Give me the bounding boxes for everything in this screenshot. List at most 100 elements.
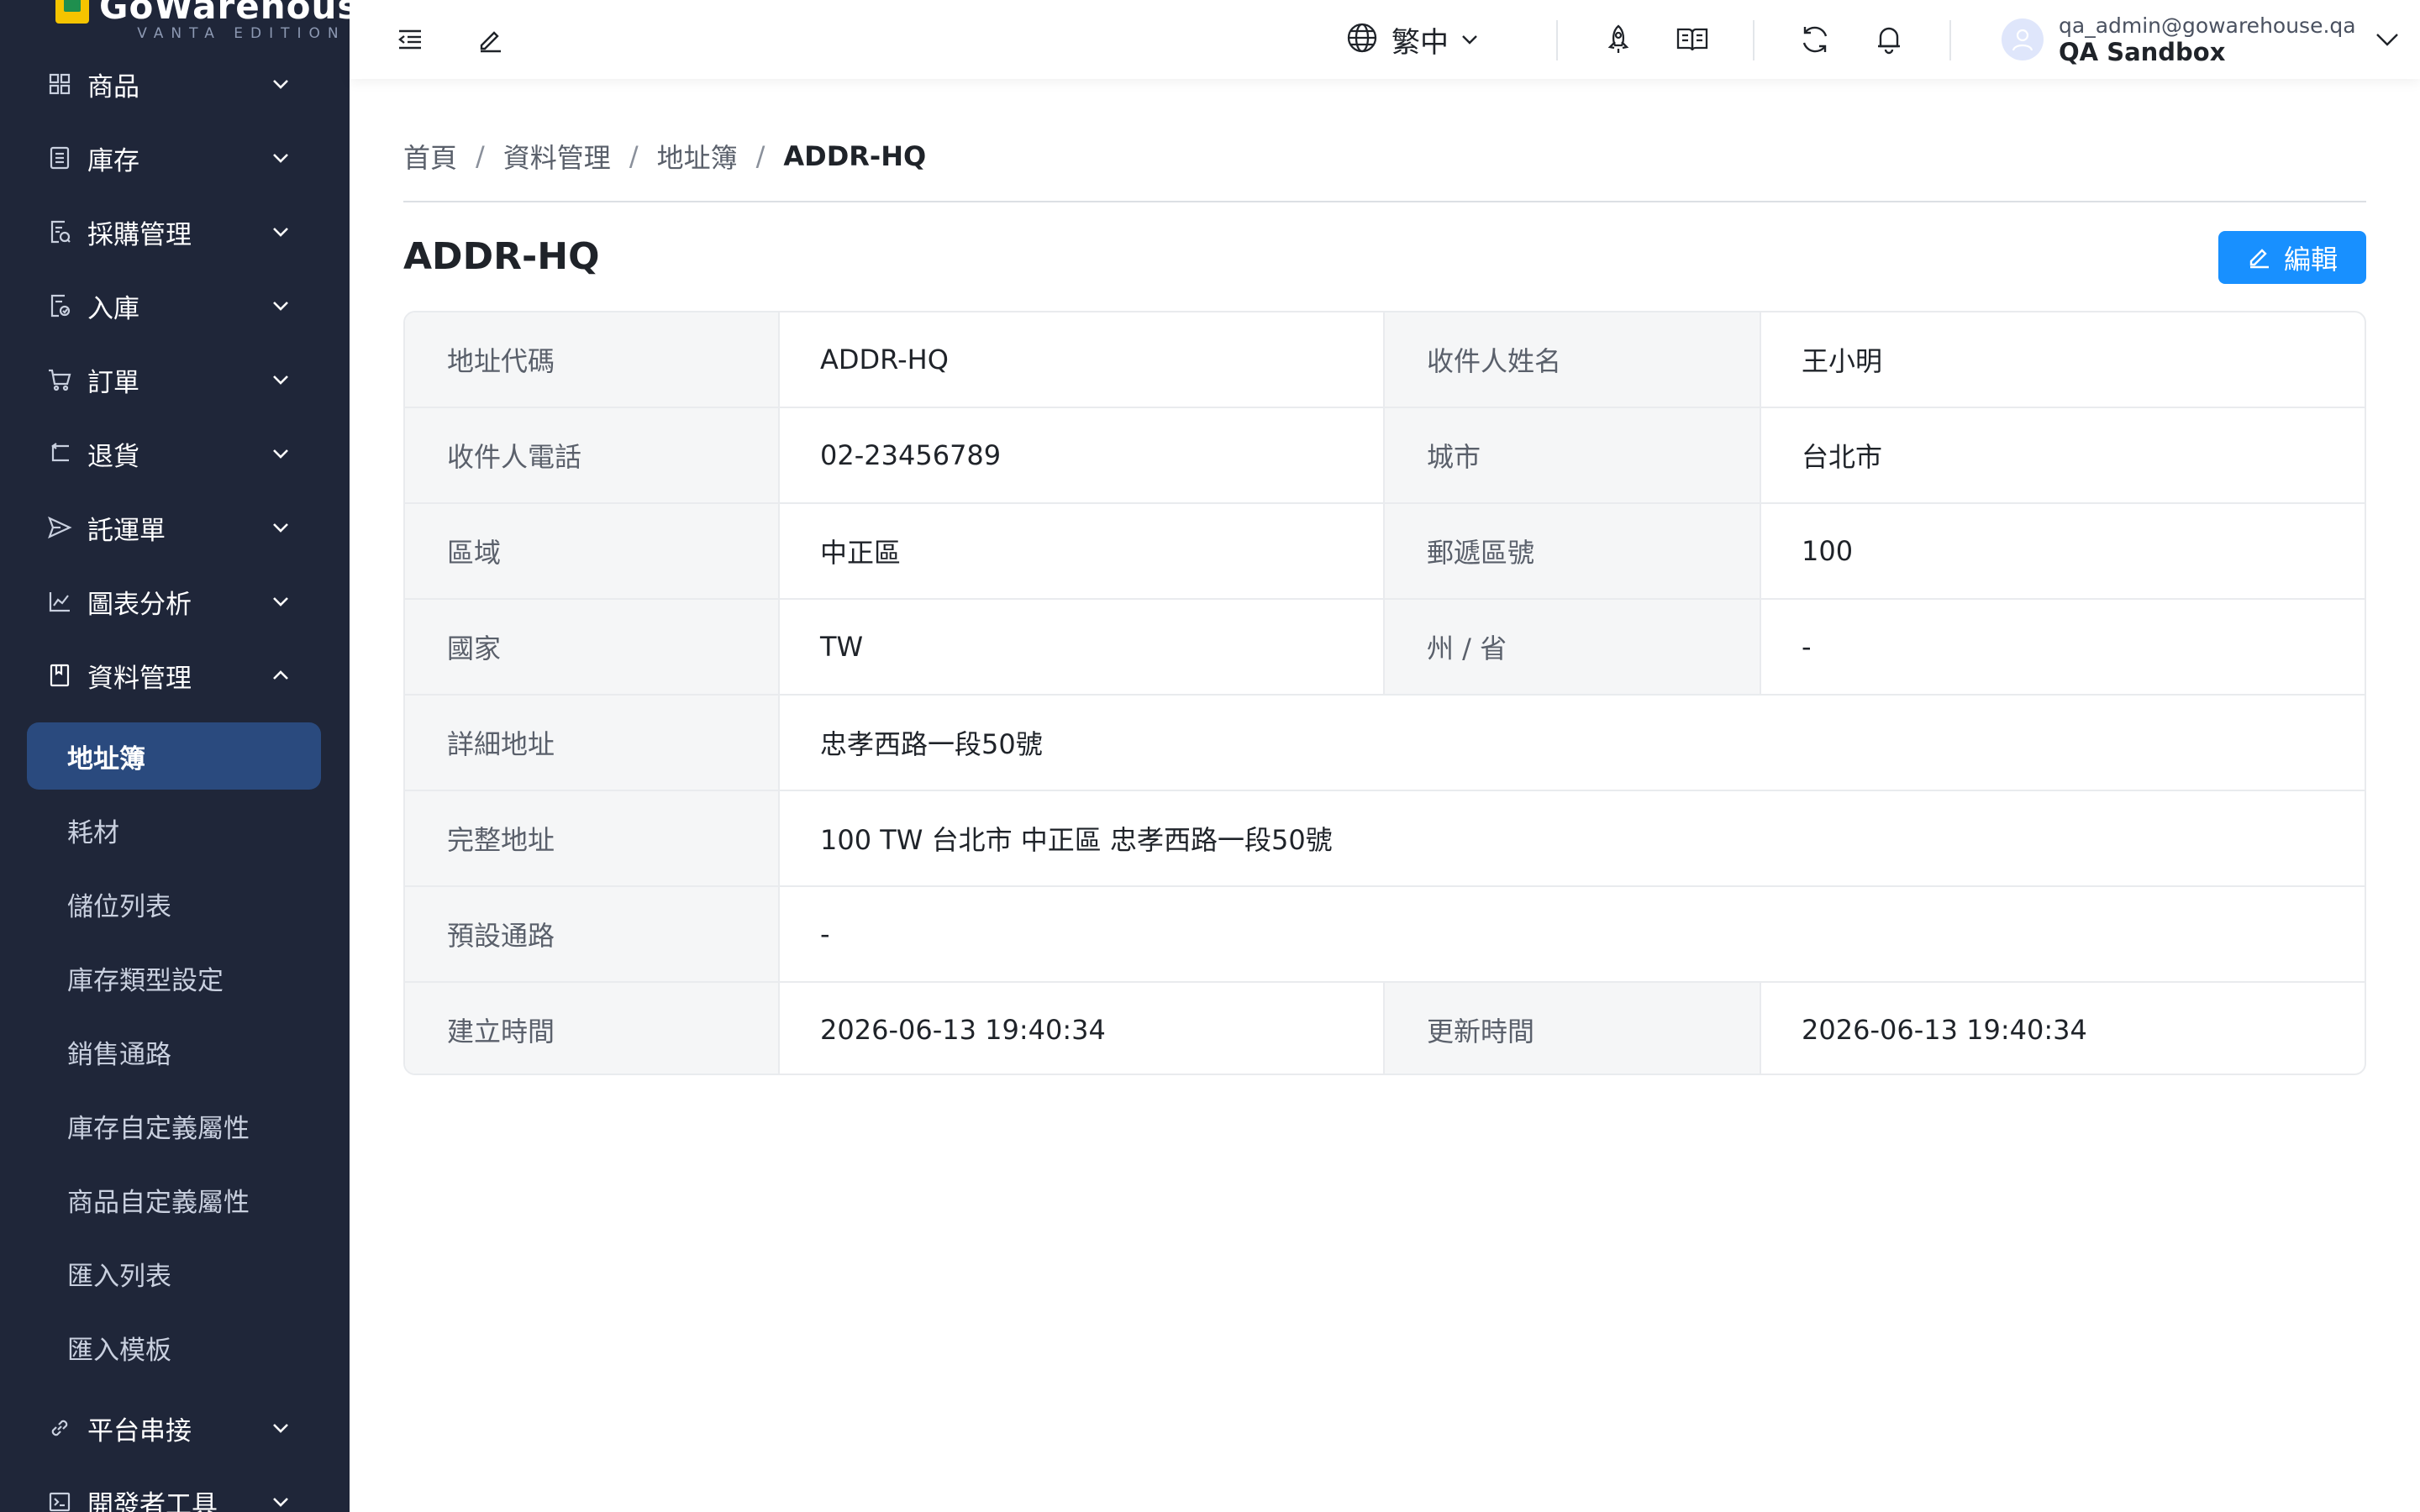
sidebar-item-integrations[interactable]: 平台串接: [0, 1398, 350, 1458]
sidebar-item-orders[interactable]: 訂單: [0, 349, 350, 410]
breadcrumb-address-book[interactable]: 地址簿: [657, 137, 738, 176]
details-row: 詳細地址 忠孝西路一段50號: [405, 696, 2365, 791]
postal-code-value: 100: [1802, 535, 1854, 567]
chevron-down-icon: [269, 220, 292, 244]
purchase-icon: [47, 219, 72, 244]
sidebar-item-label: 退貨: [87, 441, 139, 472]
sidebar-subitem-label: 庫存自定義屬性: [67, 1113, 250, 1144]
breadcrumb-separator: /: [476, 140, 485, 172]
sidebar-subitem-label: 地址簿: [67, 743, 145, 774]
district-value: 中正區: [820, 537, 902, 569]
chevron-down-icon: [269, 294, 292, 318]
sidebar-item-label: 商品: [87, 71, 139, 102]
sidebar-subitem-label: 匯入列表: [67, 1261, 171, 1292]
edit-button[interactable]: 編輯: [2218, 231, 2366, 284]
sidebar-item-label: 入庫: [87, 293, 139, 324]
chevron-down-icon: [269, 1416, 292, 1440]
cart-icon: [47, 367, 72, 392]
edit-pen-icon[interactable]: [472, 21, 509, 58]
line-chart-icon: [47, 589, 72, 614]
bell-icon[interactable]: [1870, 21, 1907, 58]
sidebar-item-label: 圖表分析: [87, 589, 192, 620]
brand-name: GoWarehouse: [99, 0, 350, 27]
guide-book-icon[interactable]: [1674, 21, 1711, 58]
sidebar-item-shipments[interactable]: 託運單: [0, 497, 350, 558]
inventory-icon: [47, 145, 72, 171]
language-selector[interactable]: 繁中: [1346, 18, 1479, 60]
field-label: 詳細地址: [447, 728, 555, 760]
sidebar-subitem-inventory-types[interactable]: 庫存類型設定: [27, 944, 321, 1011]
sidebar-subitem-label: 儲位列表: [67, 891, 171, 922]
sidebar-item-label: 託運單: [87, 515, 166, 546]
breadcrumb-home[interactable]: 首頁: [403, 137, 457, 176]
breadcrumb-separator: /: [755, 140, 765, 172]
field-label: 更新時間: [1427, 1016, 1535, 1047]
user-organization: QA Sandbox: [2059, 38, 2226, 66]
chevron-down-icon: [269, 516, 292, 539]
sidebar-item-inbound[interactable]: 入庫: [0, 276, 350, 336]
sidebar-item-analytics[interactable]: 圖表分析: [0, 571, 350, 632]
sidebar-subitem-materials[interactable]: 耗材: [27, 796, 321, 864]
sidebar-subitem-inventory-attributes[interactable]: 庫存自定義屬性: [27, 1092, 321, 1159]
sidebar-subitem-label: 耗材: [67, 817, 119, 848]
return-icon: [47, 441, 72, 466]
details-row: 收件人電話 02-23456789 城市 台北市: [405, 408, 2365, 504]
sidebar-item-label: 庫存: [87, 145, 139, 176]
logo-mark-icon: [55, 0, 89, 24]
book-icon: [47, 663, 72, 688]
recipient-name-value: 王小明: [1802, 345, 1883, 377]
sidebar-item-data-management[interactable]: 資料管理: [0, 645, 350, 706]
chevron-down-icon: [269, 368, 292, 391]
details-row: 國家 TW 州 / 省 -: [405, 600, 2365, 696]
sidebar-subitem-import-templates[interactable]: 匯入模板: [27, 1314, 321, 1381]
sidebar-subitem-locations[interactable]: 儲位列表: [27, 870, 321, 937]
chevron-down-icon: [269, 442, 292, 465]
sidebar-item-products[interactable]: 商品: [0, 54, 350, 114]
field-label: 預設通路: [447, 920, 555, 952]
field-label: 州 / 省: [1427, 633, 1507, 664]
inbound-icon: [47, 293, 72, 318]
rocket-icon[interactable]: [1600, 21, 1637, 58]
sidebar: GoWarehouse VANTA EDITION 商品 庫存 採購管理: [0, 0, 350, 1512]
sidebar-subitem-label: 庫存類型設定: [67, 965, 224, 996]
breadcrumb-data-management[interactable]: 資料管理: [503, 137, 611, 176]
created-at-value: 2026-06-13 19:40:34: [820, 1014, 1106, 1046]
edit-icon: [2247, 244, 2272, 272]
field-label: 國家: [447, 633, 502, 664]
globe-icon: [1346, 22, 1378, 57]
sidebar-subitem-label: 銷售通路: [67, 1039, 171, 1070]
edit-button-label: 編輯: [2283, 243, 2338, 276]
field-label: 收件人電話: [447, 441, 582, 473]
field-label: 建立時間: [447, 1016, 555, 1047]
menu-collapse-icon[interactable]: [392, 21, 429, 58]
sidebar-item-returns[interactable]: 退貨: [0, 423, 350, 484]
sidebar-item-label: 平台串接: [87, 1415, 192, 1446]
sidebar-subitem-product-attributes[interactable]: 商品自定義屬性: [27, 1166, 321, 1233]
sidebar-item-purchase[interactable]: 採購管理: [0, 202, 350, 262]
brand-logo[interactable]: GoWarehouse VANTA EDITION: [55, 0, 350, 42]
breadcrumb-divider: [403, 201, 2366, 202]
city-value: 台北市: [1802, 441, 1883, 473]
details-row: 地址代碼 ADDR-HQ 收件人姓名 王小明: [405, 312, 2365, 408]
sidebar-item-label: 採購管理: [87, 219, 192, 250]
field-label: 城市: [1427, 441, 1481, 473]
refresh-icon[interactable]: [1797, 21, 1833, 58]
sidebar-item-inventory[interactable]: 庫存: [0, 128, 350, 188]
updated-at-value: 2026-06-13 19:40:34: [1802, 1014, 2087, 1046]
sidebar-subitem-label: 商品自定義屬性: [67, 1187, 250, 1218]
sidebar-item-developer-tools[interactable]: 開發者工具: [0, 1472, 350, 1512]
country-value: TW: [820, 631, 864, 663]
terminal-icon: [47, 1489, 72, 1512]
chevron-down-icon: [269, 1490, 292, 1512]
default-channel-value: -: [820, 918, 830, 950]
sidebar-subitem-sales-channels[interactable]: 銷售通路: [27, 1018, 321, 1085]
sidebar-item-label: 訂單: [87, 367, 139, 398]
sidebar-subitem-import-list[interactable]: 匯入列表: [27, 1240, 321, 1307]
user-menu[interactable]: qa_admin@gowarehouse.qa QA Sandbox: [2002, 13, 2400, 66]
chevron-down-icon: [269, 590, 292, 613]
sidebar-subitem-label: 匯入模板: [67, 1335, 171, 1366]
field-label: 地址代碼: [447, 345, 555, 377]
send-icon: [47, 515, 72, 540]
sidebar-subitem-address-book[interactable]: 地址簿: [27, 722, 321, 790]
grid-icon: [47, 71, 72, 97]
